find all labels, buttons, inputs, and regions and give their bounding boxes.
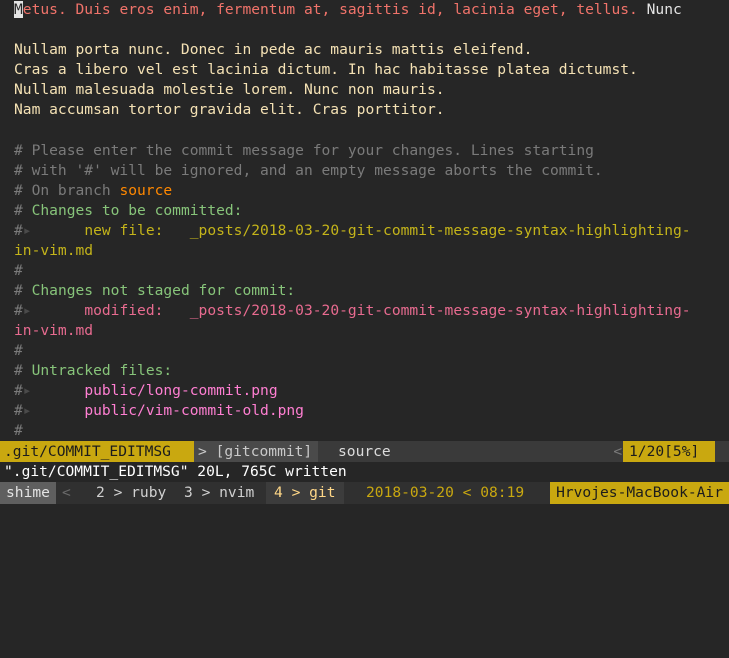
tmux-window-nvim[interactable]: 3 > nvim xyxy=(184,482,254,504)
editor-line-1[interactable]: Metus. Duis eros enim, fermentum at, sag… xyxy=(0,0,729,20)
untracked-file-2: #▸ public/vim-commit-old.png xyxy=(0,401,729,421)
hash: # xyxy=(14,402,23,419)
hash: # xyxy=(14,362,23,379)
body-text: Cras a libero vel est lacinia dictum. In… xyxy=(14,61,638,78)
body-text: Nullam malesuada molestie lorem. Nunc no… xyxy=(14,81,445,98)
comment-line-1: # Please enter the commit message for yo… xyxy=(14,142,594,159)
overlong-subject-text: etus. Duis eros enim, fermentum at, sagi… xyxy=(22,1,638,18)
body-line-3[interactable]: Nullam malesuada molestie lorem. Nunc no… xyxy=(0,80,729,100)
hash: # xyxy=(14,382,23,399)
untracked-file-path: public/vim-commit-old.png xyxy=(84,402,304,419)
changes-committed-line: # Changes to be committed: xyxy=(0,201,729,221)
overflow-word: Nunc xyxy=(646,1,682,18)
vim-statusline: .git/COMMIT_EDITMSG > [gitcommit] source… xyxy=(0,441,729,462)
tmux-session-name[interactable]: shime xyxy=(0,482,56,504)
modified-path-wrap: in-vim.md xyxy=(14,322,94,339)
on-branch-line: # On branch source xyxy=(0,181,729,201)
hash: # xyxy=(14,222,23,239)
tmux-window-git-active[interactable]: 4 > git xyxy=(266,482,344,504)
branch-name: source xyxy=(119,182,173,199)
tab-marker: ▸ xyxy=(22,402,32,419)
comment-hash: # xyxy=(14,342,23,359)
hash: # xyxy=(14,202,23,219)
body-text: Nullam porta nunc. Donec in pede ac maur… xyxy=(14,41,533,58)
tmux-window-ruby[interactable]: 2 > ruby xyxy=(96,482,166,504)
comment-hash: # xyxy=(14,422,23,439)
modified-path: _posts/2018-03-20-git-commit-message-syn… xyxy=(189,302,691,319)
comment-hash: # xyxy=(14,262,23,279)
statusline-position: 1/20[5%] xyxy=(623,441,715,462)
statusline-filename: .git/COMMIT_EDITMSG xyxy=(0,441,194,462)
untracked-line: # Untracked files: xyxy=(0,361,729,381)
changes-committed-header: Changes to be committed: xyxy=(31,202,243,219)
statusline-filetype: > [gitcommit] xyxy=(194,441,318,462)
new-file-label: new file: xyxy=(84,222,164,239)
modified-line: #▸ modified: _posts/2018-03-20-git-commi… xyxy=(0,301,729,321)
body-text: Nam accumsan tortor gravida elit. Cras p… xyxy=(14,101,445,118)
tmux-datetime: 2018-03-20 < 08:19 xyxy=(366,484,525,501)
body-line-4[interactable]: Nam accumsan tortor gravida elit. Cras p… xyxy=(0,100,729,120)
untracked-file-path: public/long-commit.png xyxy=(84,382,278,399)
statusline-branch: source xyxy=(338,443,391,460)
comment-line-2: # with '#' will be ignored, and an empty… xyxy=(14,162,603,179)
tab-marker: ▸ xyxy=(22,302,32,319)
hash: # xyxy=(14,302,23,319)
new-file-line: #▸ new file: _posts/2018-03-20-git-commi… xyxy=(0,221,729,241)
tmux-hostname: Hrvojes-MacBook-Air xyxy=(550,482,729,504)
text-cursor: M xyxy=(14,1,23,18)
vim-command-line[interactable]: ".git/COMMIT_EDITMSG" 20L, 765C written xyxy=(0,462,729,482)
new-file-path-wrap: in-vim.md xyxy=(14,242,94,259)
body-line-2[interactable]: Cras a libero vel est lacinia dictum. In… xyxy=(0,60,729,80)
hash: # xyxy=(14,282,23,299)
changes-not-staged-line: # Changes not staged for commit: xyxy=(0,281,729,301)
untracked-header: Untracked files: xyxy=(31,362,173,379)
changes-not-staged-header: Changes not staged for commit: xyxy=(31,282,296,299)
untracked-file-1: #▸ public/long-commit.png xyxy=(0,381,729,401)
tab-marker: ▸ xyxy=(22,222,32,239)
new-file-path: _posts/2018-03-20-git-commit-message-syn… xyxy=(189,222,691,239)
on-branch-prefix: # On branch xyxy=(14,182,120,199)
body-line-1[interactable]: Nullam porta nunc. Donec in pede ac maur… xyxy=(0,40,729,60)
modified-label: modified: xyxy=(84,302,164,319)
tmux-separator: < xyxy=(62,484,71,501)
tab-marker: ▸ xyxy=(22,382,32,399)
tmux-status-bar: shime < 2 > ruby 3 > nvim 4 > git 2018-0… xyxy=(0,482,729,504)
